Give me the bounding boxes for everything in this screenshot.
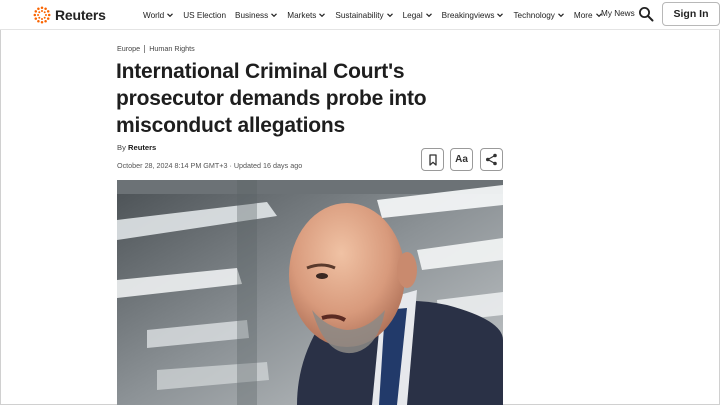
- share-icon: [486, 153, 497, 166]
- hero-photo-illustration: [117, 180, 503, 405]
- bookmark-icon: [428, 153, 437, 166]
- breadcrumb: Europe Human Rights: [117, 44, 195, 53]
- byline-prefix: By: [117, 143, 126, 152]
- chevron-down-icon: [167, 13, 174, 18]
- article-dateline: October 28, 2024 8:14 PM GMT+3 · Updated…: [117, 161, 303, 170]
- reuters-logo-icon: [33, 6, 51, 23]
- nav-item-label: Markets: [287, 10, 317, 20]
- bookmark-button[interactable]: [421, 148, 444, 171]
- font-size-button[interactable]: Aa: [450, 148, 473, 171]
- breadcrumb-link-europe[interactable]: Europe: [117, 44, 140, 53]
- nav-item-label: World: [143, 10, 165, 20]
- nav-item-technology[interactable]: Technology: [513, 11, 564, 20]
- chevron-down-icon: [271, 13, 278, 18]
- article-hero-image: [117, 180, 503, 405]
- nav-item-label: Sustainability: [335, 10, 384, 20]
- breadcrumb-divider: [144, 44, 146, 53]
- nav-item-label: More: [573, 10, 593, 20]
- nav-item-label: Business: [235, 10, 269, 20]
- nav-item-breakingviews[interactable]: Breakingviews: [442, 11, 505, 20]
- chevron-down-icon: [386, 13, 393, 18]
- nav-item-legal[interactable]: Legal: [403, 11, 433, 20]
- nav-item-world[interactable]: World: [143, 11, 174, 20]
- sign-in-button[interactable]: Sign In: [662, 2, 720, 26]
- share-button[interactable]: [480, 148, 503, 171]
- nav-item-more[interactable]: More: [574, 11, 603, 20]
- search-icon[interactable]: [638, 6, 654, 22]
- my-news-link[interactable]: My News: [601, 9, 635, 18]
- breadcrumb-link-human-rights[interactable]: Human Rights: [149, 44, 195, 53]
- reuters-logo[interactable]: Reuters: [33, 4, 106, 25]
- chevron-down-icon: [319, 13, 326, 18]
- chevron-down-icon: [557, 13, 564, 18]
- byline-author-link[interactable]: Reuters: [128, 143, 156, 152]
- nav-item-label: Technology: [513, 10, 555, 20]
- nav-item-label: US Election: [183, 10, 227, 20]
- nav-item-sustainability[interactable]: Sustainability: [335, 11, 393, 20]
- site-header: Reuters World US Election Business Marke…: [0, 0, 720, 30]
- nav-item-business[interactable]: Business: [235, 11, 278, 20]
- chevron-down-icon: [425, 13, 432, 18]
- main-nav: World US Election Business Markets Susta…: [143, 0, 612, 30]
- nav-item-label: Breakingviews: [441, 10, 495, 20]
- byline: By Reuters: [117, 143, 156, 152]
- nav-item-label: Legal: [402, 10, 423, 20]
- nav-item-markets[interactable]: Markets: [287, 11, 326, 20]
- article-headline: International Criminal Court's prosecuto…: [116, 60, 427, 137]
- chevron-down-icon: [497, 13, 504, 18]
- nav-item-us-election[interactable]: US Election: [183, 11, 226, 20]
- logo-wordmark: Reuters: [55, 6, 106, 23]
